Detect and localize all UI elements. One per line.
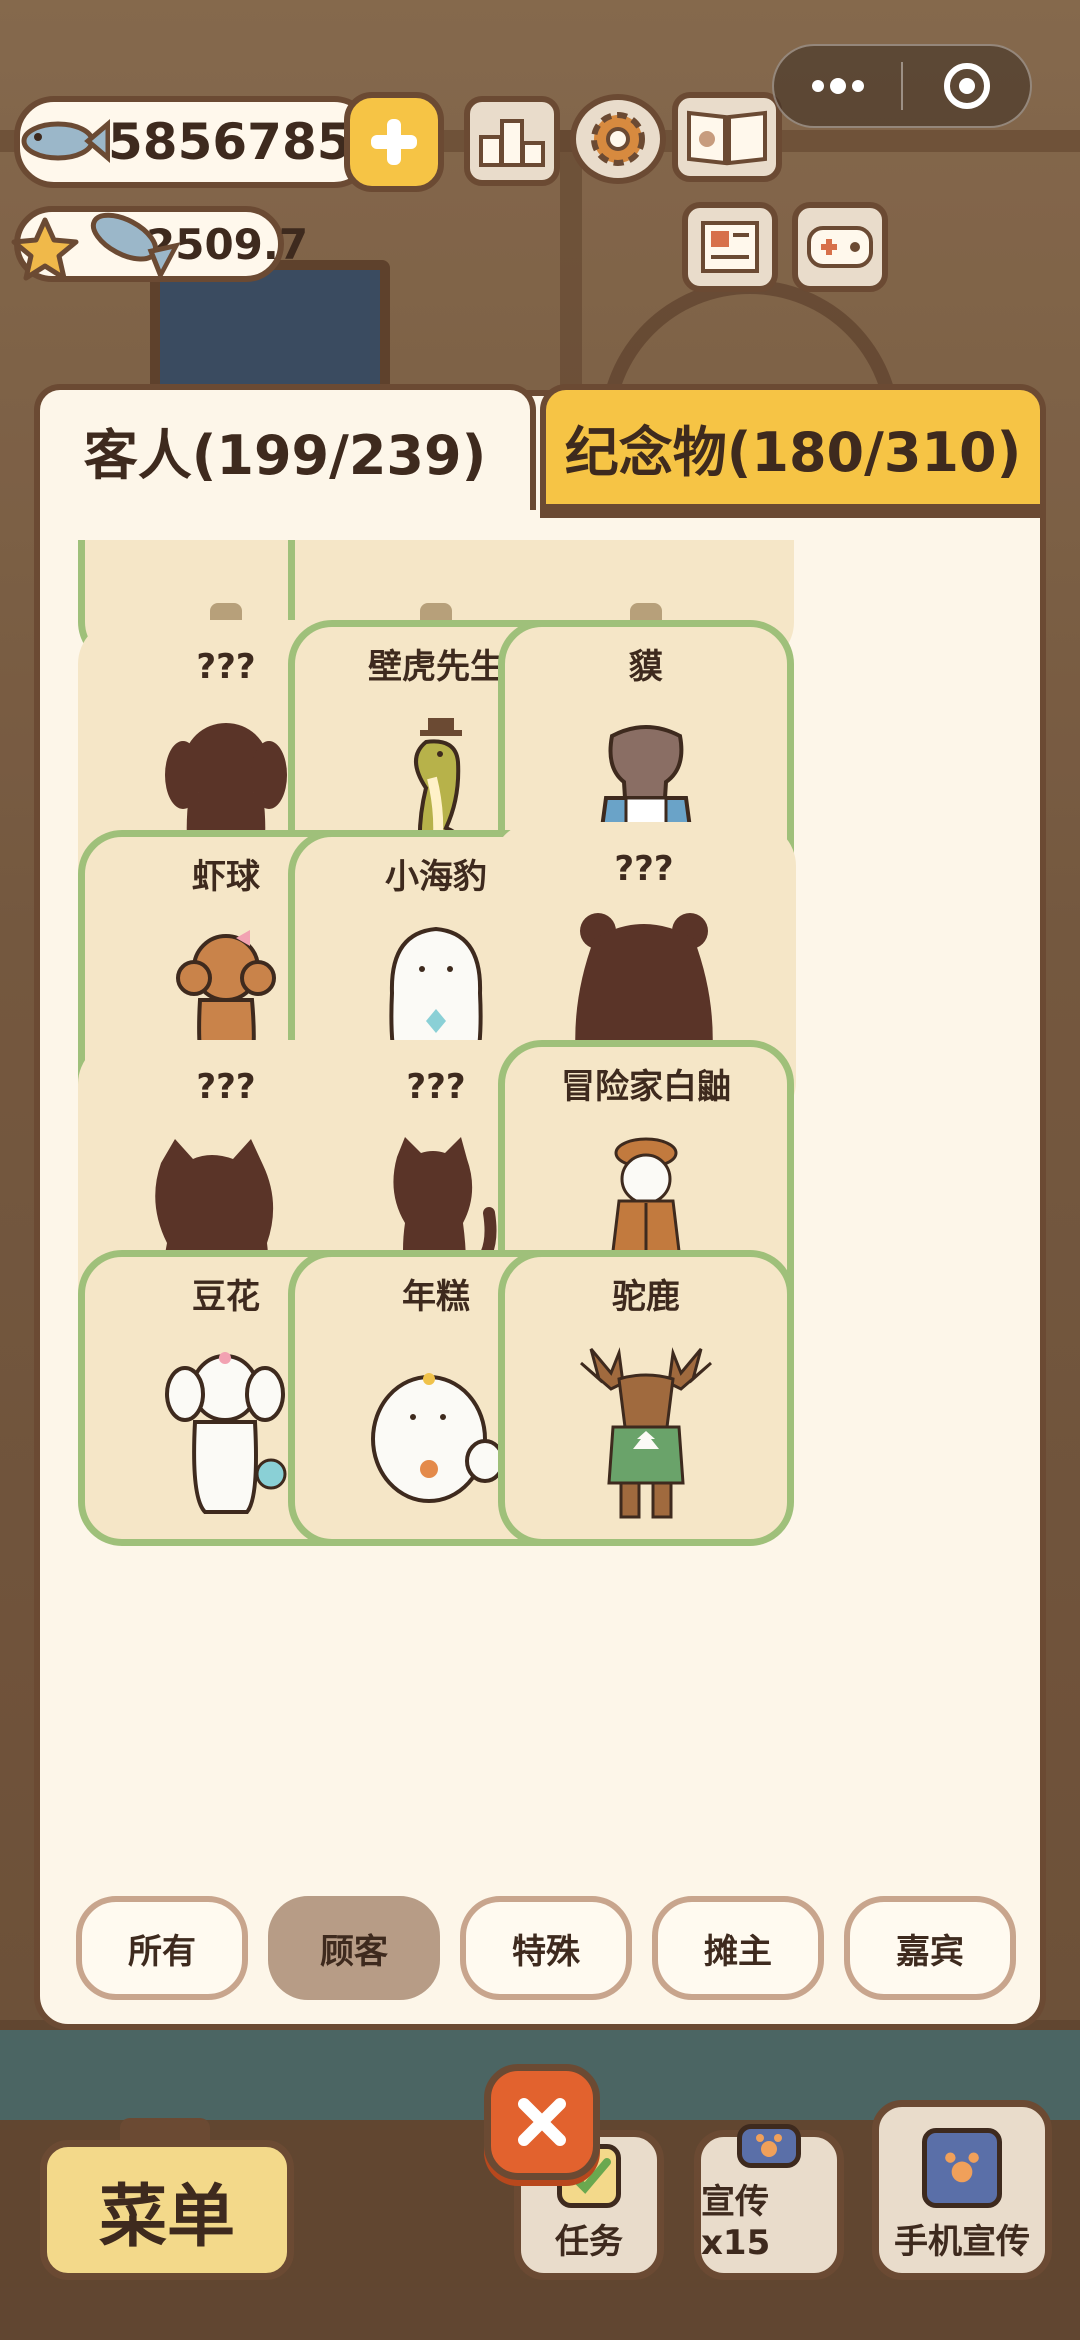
paw-book-icon bbox=[687, 110, 767, 166]
plus-icon bbox=[371, 119, 417, 165]
phone-paw-icon bbox=[922, 2128, 1002, 2208]
tab-guests-label: 客人(199/239) bbox=[83, 423, 487, 487]
guest-name: ??? bbox=[196, 647, 256, 687]
fish-icon bbox=[21, 119, 110, 163]
phone-promote-label: 手机宣传 bbox=[894, 2222, 1030, 2262]
gear-icon bbox=[591, 112, 645, 166]
leaderboard-icon bbox=[479, 119, 545, 167]
collection-book-button[interactable] bbox=[672, 92, 782, 182]
close-icon bbox=[518, 2098, 566, 2146]
guest-name: 冒险家白鼬 bbox=[561, 1067, 731, 1107]
star-icon bbox=[11, 217, 79, 281]
fish-currency: 5856785 bbox=[14, 96, 374, 188]
filter-all[interactable]: 所有 bbox=[76, 1896, 248, 2000]
filter-guests-vip[interactable]: 嘉宾 bbox=[844, 1896, 1016, 2000]
newspaper-icon bbox=[701, 221, 759, 273]
guest-name: ??? bbox=[406, 1067, 466, 1107]
guest-name: 壁虎先生 bbox=[368, 647, 504, 687]
tab-guests[interactable]: 客人(199/239) bbox=[34, 384, 536, 510]
fish-count: 5856785 bbox=[108, 113, 352, 171]
tab-souvenirs-label: 纪念物(180/310) bbox=[564, 420, 1022, 484]
guest-grid: ???壁虎先生季节限定貘季节限定虾球季节限定小海豹季节限定?????????冒险… bbox=[40, 540, 1040, 1860]
fish-icon bbox=[90, 212, 182, 282]
exit-miniprogram-button[interactable] bbox=[903, 46, 1030, 126]
settings-button[interactable] bbox=[570, 94, 666, 184]
more-dots-icon bbox=[811, 78, 864, 94]
menu-button[interactable]: 菜单 bbox=[40, 2140, 294, 2280]
tab-souvenirs[interactable]: 纪念物(180/310) bbox=[540, 384, 1046, 518]
guest-name: 豆花 bbox=[192, 1277, 260, 1317]
add-currency-button[interactable] bbox=[344, 92, 444, 192]
filter-customers[interactable]: 顾客 bbox=[268, 1896, 440, 2000]
miniprogram-capsule bbox=[772, 44, 1032, 128]
star-currency: 2509.7 bbox=[11, 206, 308, 282]
guest-portrait-moose bbox=[505, 1327, 787, 1539]
guest-name: 年糕 bbox=[402, 1277, 470, 1317]
filter-vendors[interactable]: 摊主 bbox=[652, 1896, 824, 2000]
guest-name: 貘 bbox=[629, 647, 663, 687]
close-button[interactable] bbox=[484, 2064, 600, 2180]
guest-card[interactable]: 驼鹿 bbox=[498, 1250, 794, 1546]
target-icon bbox=[943, 63, 990, 109]
menu-label: 菜单 bbox=[98, 2177, 235, 2257]
guest-name: 虾球 bbox=[192, 857, 260, 897]
guest-name: ??? bbox=[614, 849, 674, 889]
leaderboard-button[interactable] bbox=[464, 96, 560, 186]
news-button[interactable] bbox=[682, 202, 778, 292]
gamepad-icon bbox=[807, 226, 873, 268]
minigame-button[interactable] bbox=[792, 202, 888, 292]
guest-name: 小海豹 bbox=[385, 857, 487, 897]
tasks-label: 任务 bbox=[555, 2222, 623, 2262]
more-button[interactable] bbox=[774, 46, 901, 126]
guest-name: ??? bbox=[196, 1067, 256, 1107]
guest-name: 驼鹿 bbox=[612, 1277, 680, 1317]
promote-button[interactable]: 宣传x15 bbox=[694, 2124, 844, 2280]
promote-label: 宣传x15 bbox=[701, 2182, 771, 2263]
filter-bar: 所有 顾客 特殊 摊主 嘉宾 bbox=[76, 1896, 1016, 2000]
phone-promote-button[interactable]: 手机宣传 bbox=[872, 2100, 1052, 2280]
paw-card-icon bbox=[737, 2124, 801, 2168]
filter-special[interactable]: 特殊 bbox=[460, 1896, 632, 2000]
